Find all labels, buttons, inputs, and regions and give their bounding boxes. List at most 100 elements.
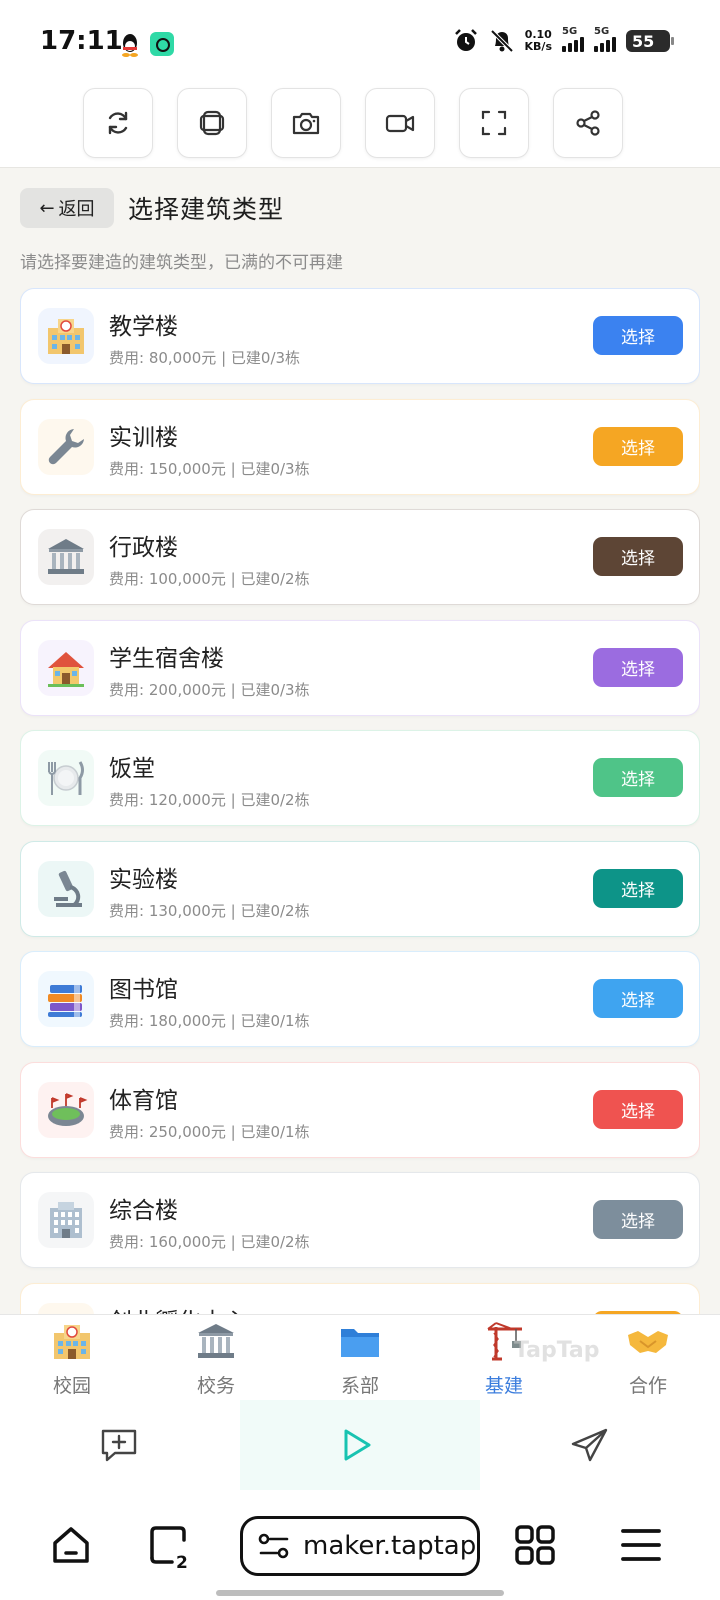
taptap-watermark: TapTap — [514, 1338, 600, 1363]
nav-item-campus[interactable]: 校园 — [0, 1315, 144, 1401]
building-card: 创业孵化中心选择 — [20, 1282, 700, 1315]
back-button[interactable]: ← 返回 — [20, 188, 114, 228]
building-name: 实训楼 — [109, 424, 178, 451]
home-button[interactable] — [46, 1518, 96, 1572]
hamburger-menu-icon — [621, 1529, 661, 1561]
nav-label: 基建 — [484, 1375, 523, 1397]
building-cost-info: 费用: 150,000元 | 已建0/3栋 — [109, 459, 310, 478]
nav-item-school-affairs[interactable]: 校务 — [144, 1315, 288, 1401]
building-cost-info: 费用: 160,000元 | 已建0/2栋 — [109, 1233, 310, 1251]
fork-knife-plate-icon — [38, 750, 94, 806]
home-indicator — [216, 1590, 504, 1596]
layers-icon — [199, 110, 225, 136]
site-settings-icon — [258, 1533, 289, 1559]
signal-5g-2-icon: 5G — [594, 26, 616, 52]
nav-label: 校务 — [196, 1375, 235, 1397]
select-building-button[interactable]: 选择 — [593, 1089, 683, 1129]
building-name: 饭堂 — [109, 756, 155, 782]
building-name: 综合楼 — [109, 1198, 178, 1224]
browser-action-bar — [0, 1400, 720, 1490]
layers-button[interactable] — [177, 88, 247, 158]
school-building-icon — [38, 1302, 94, 1314]
building-name: 创业孵化中心 — [109, 1302, 247, 1315]
apps-button[interactable] — [510, 1518, 560, 1572]
back-label: 返回 — [58, 199, 95, 220]
share-button[interactable] — [553, 88, 623, 158]
nav-label: 系部 — [340, 1375, 379, 1397]
mute-bell-icon — [490, 29, 513, 53]
status-app-icons — [118, 32, 174, 58]
page-subtitle: 请选择要建造的建筑类型，已满的不可再建 — [20, 253, 343, 273]
building-card: 教学楼费用: 80,000元 | 已建0/3栋 选择 — [20, 288, 700, 384]
share-icon — [576, 110, 600, 136]
school-building-icon — [50, 1321, 94, 1361]
select-building-button[interactable]: 选择 — [593, 868, 683, 908]
select-building-button[interactable]: 选择 — [593, 647, 683, 687]
status-bar: 17:11 0.10 KB/s 5G 5G 55 — [0, 0, 720, 88]
building-name: 教学楼 — [109, 314, 178, 340]
building-cost-info: 费用: 180,000元 | 已建0/1栋 — [109, 1012, 310, 1030]
microscope-icon — [38, 860, 94, 917]
building-cost-info: 费用: 250,000元 | 已建0/1栋 — [109, 1122, 310, 1141]
building-cost-info: 费用: 130,000元 | 已建0/2栋 — [109, 901, 310, 920]
page-title: 选择建筑类型 — [128, 195, 285, 224]
building-card: 饭堂 费用: 120,000元 | 已建0/2栋 选择 — [20, 730, 700, 826]
refresh-button[interactable] — [83, 88, 153, 158]
building-cost-info: 费用: 80,000元 | 已建0/3栋 — [109, 349, 301, 367]
select-building-button[interactable]: 选择 — [593, 316, 683, 355]
arrow-left-icon: ← — [39, 197, 55, 219]
send-button[interactable] — [566, 1422, 614, 1468]
building-cost-info: 费用: 100,000元 | 已建0/2栋 — [109, 570, 310, 588]
battery-icon: 55 — [626, 30, 674, 52]
select-building-button[interactable]: 选择 — [593, 426, 683, 466]
building-cost-info: 费用: 200,000元 | 已建0/3栋 — [109, 680, 310, 699]
building-card: 图书馆费用: 180,000元 | 已建0/1栋 选择 — [20, 951, 700, 1047]
building-card: 实训楼费用: 150,000元 | 已建0/3栋 选择 — [20, 398, 700, 495]
url-text: maker.taptap — [303, 1531, 477, 1561]
add-comment-icon — [101, 1429, 137, 1462]
select-building-button[interactable]: 选择 — [593, 979, 683, 1018]
handshake-icon — [626, 1321, 670, 1361]
tabs-button[interactable]: 2 — [142, 1518, 196, 1572]
building-name: 学生宿舍楼 — [109, 645, 224, 672]
page-header: ← 返回 选择建筑类型 — [20, 186, 700, 230]
nav-label: 合作 — [628, 1375, 667, 1397]
menu-button[interactable] — [616, 1518, 666, 1572]
building-name: 图书馆 — [109, 977, 178, 1003]
record-video-button[interactable] — [365, 88, 435, 158]
browser-bottom-bar: 2 maker.taptap — [0, 1490, 720, 1600]
play-icon — [344, 1429, 371, 1461]
grid-icon — [515, 1525, 555, 1565]
screenshot-button[interactable] — [271, 88, 341, 158]
status-indicators: 0.10 KB/s 5G 5G 55 — [453, 26, 674, 54]
qq-icon — [122, 34, 138, 57]
building-name: 体育馆 — [109, 1087, 178, 1114]
office-building-icon — [38, 1192, 94, 1248]
signal-label: 5G — [562, 26, 578, 37]
network-speed: 0.10 KB/s — [525, 29, 552, 53]
play-button[interactable] — [332, 1422, 380, 1468]
school-building-icon — [38, 308, 94, 364]
classical-building-icon — [38, 529, 94, 585]
select-building-button[interactable]: 选择 — [593, 537, 683, 576]
nav-label: 校园 — [52, 1375, 91, 1397]
folder-icon — [338, 1321, 382, 1361]
building-card: 行政楼 费用: 100,000元 | 已建0/2栋 选择 — [20, 509, 700, 605]
refresh-icon — [108, 111, 128, 135]
send-icon — [571, 1428, 608, 1462]
books-icon — [38, 971, 94, 1027]
nav-item-departments[interactable]: 系部 — [288, 1315, 432, 1401]
alarm-icon — [454, 29, 477, 51]
select-building-button[interactable]: 选择 — [593, 1200, 683, 1239]
wrench-icon — [38, 418, 94, 475]
select-building-button[interactable]: 选择 — [593, 758, 683, 797]
url-bar[interactable]: maker.taptap — [240, 1516, 480, 1576]
signal-label: 5G — [594, 26, 610, 37]
fullscreen-button[interactable] — [459, 88, 529, 158]
home-icon — [53, 1527, 89, 1563]
stadium-icon — [38, 1081, 94, 1138]
feedback-button[interactable] — [95, 1422, 143, 1468]
message-app-icon — [150, 32, 174, 56]
tabs-icon: 2 — [150, 1526, 188, 1570]
building-type-list: 教学楼 费用: 80,000元 | 已建0/3栋 选择 实训楼 费用: 150,000元… — [20, 288, 700, 1314]
